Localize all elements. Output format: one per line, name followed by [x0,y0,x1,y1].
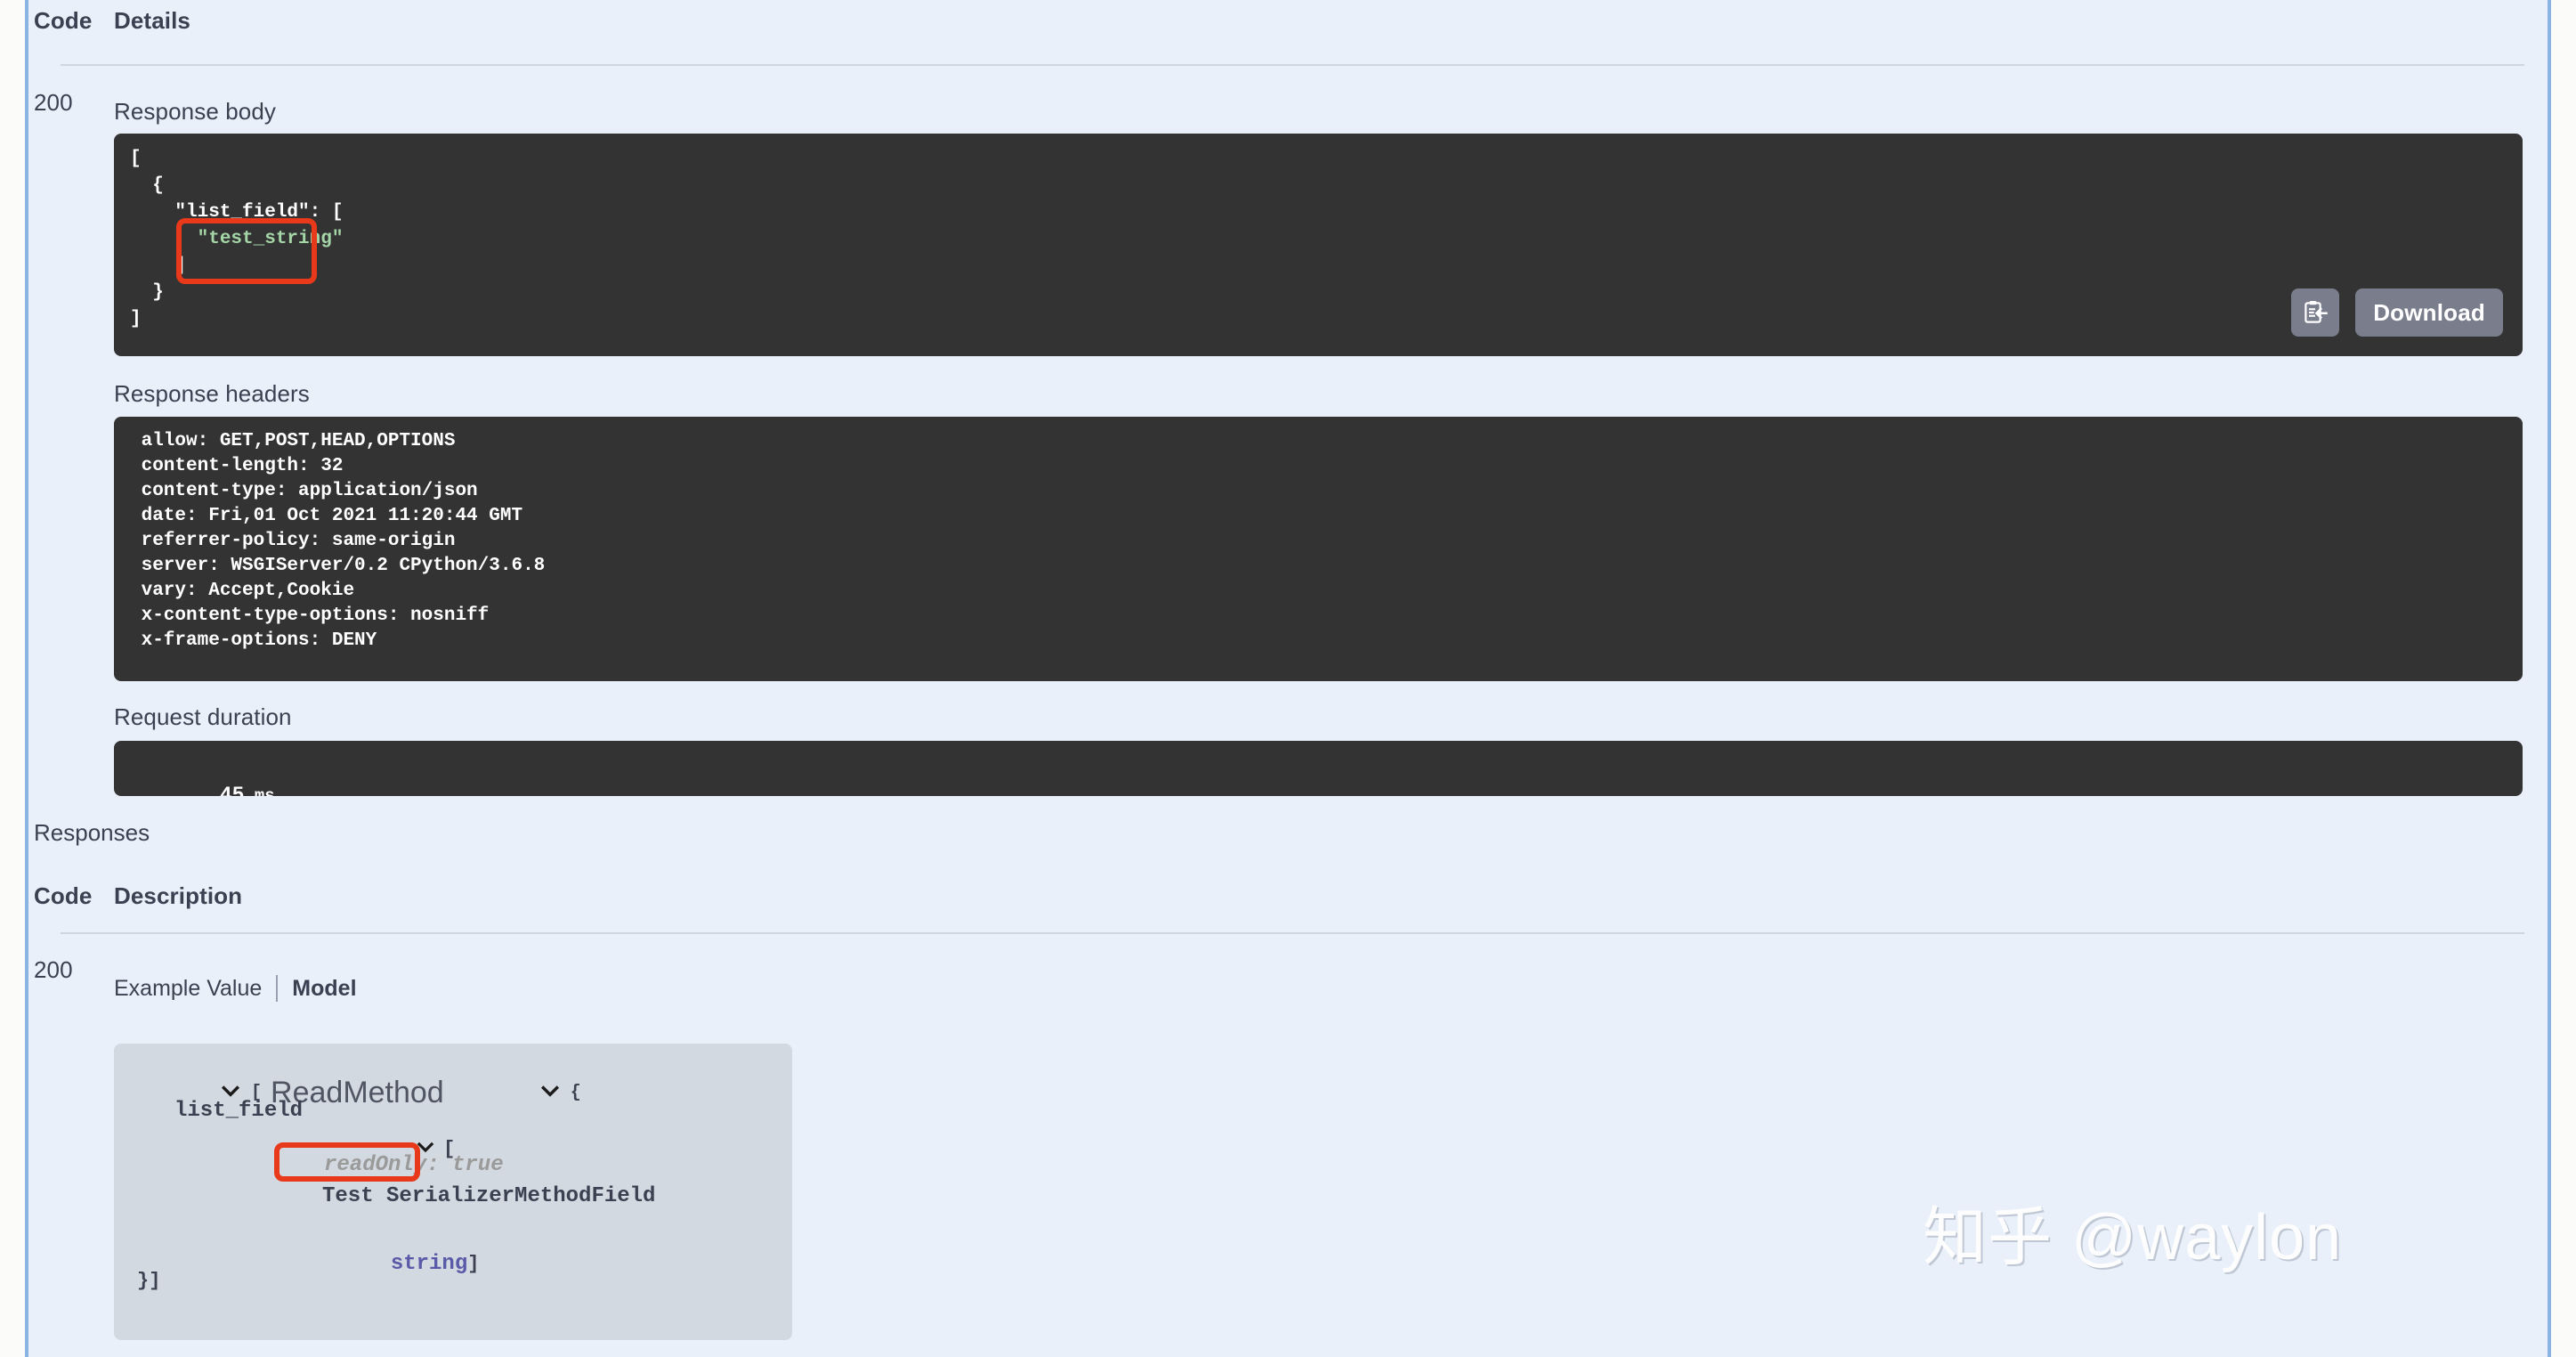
schema-field-type: string [390,1252,468,1276]
zhihu-watermark: 知乎 @waylon [1923,1202,2343,1273]
live-response-header-divider [61,64,2524,66]
response-body-line: } [130,282,164,303]
request-duration-unit: ms [254,786,275,796]
response-header-line: server: WSGIServer/0.2 CPython/3.6.8 [130,556,546,576]
response-body-line: ] [130,256,187,276]
response-header-line: allow: GET,POST,HEAD,OPTIONS [130,431,456,451]
array-close-bracket: ] [467,1253,480,1275]
response-body-line: [ [130,149,142,169]
response-header-line: content-type: application/json [130,481,478,501]
live-response-status-code: 200 [34,89,73,116]
tab-example-value[interactable]: Example Value [114,976,262,1002]
response-body-json: [ { "list_field": [ "test_string" ] }] [130,146,343,333]
schema-type-row: string] [322,1236,480,1292]
live-response-details-header: Details [114,7,190,34]
page-right-rule [2548,0,2551,1357]
model-schema-panel: [ ReadMethod { list_field [ readOnly: tr… [114,1044,792,1340]
copy-to-clipboard-icon [2305,301,2328,323]
response-body-line: "list_field": [ [130,202,344,223]
swagger-operation-content: Code Details 200 Response body [ { "list… [28,0,2548,1357]
responses-header-divider [61,932,2524,934]
response-headers-list: allow: GET,POST,HEAD,OPTIONS content-len… [130,429,546,654]
response-header-line: x-frame-options: DENY [130,630,377,651]
response-body-label: Response body [114,98,276,125]
response-headers-label: Response headers [114,380,310,407]
copy-to-clipboard-icon-button[interactable] [2291,288,2340,337]
download-button[interactable]: Download [2355,288,2503,337]
response-header-line: date: Fri,01 Oct 2021 11:20:44 GMT [130,506,523,526]
response-body-line: { [130,175,164,196]
live-response-code-header: Code [34,7,93,34]
responses-description-header: Description [114,882,243,909]
screenshot-root: Code Details 200 Response body [ { "list… [0,0,2576,1357]
response-header-line: content-length: 32 [130,456,344,476]
response-header-line: referrer-policy: same-origin [130,531,456,551]
tab-separator [276,975,279,1002]
response-header-line: x-content-type-options: nosniff [130,605,490,626]
response-body-code-block[interactable]: [ { "list_field": [ "test_string" ] }] D… [114,134,2523,356]
schema-property-list-field: list_field [174,1099,304,1123]
model-open-brace: { [570,1083,581,1103]
request-duration-code-block: 45 ms [114,741,2523,796]
schema-tabs: Example Value Model [114,975,357,1002]
tab-model[interactable]: Model [292,976,356,1002]
response-headers-code-block: allow: GET,POST,HEAD,OPTIONS content-len… [114,417,2523,681]
request-duration-label: Request duration [114,703,292,730]
responses-section-title: Responses [34,819,150,846]
response-body-line: "test_string" [130,229,344,249]
responses-status-code: 200 [34,956,73,983]
schema-read-only-flag: readOnly: true [324,1153,504,1177]
model-expand-chevron-down-icon[interactable] [453,1063,562,1123]
response-body-actions: Download [2291,288,2503,337]
response-header-line: vary: Accept,Cookie [130,581,355,601]
response-body-line: ] [130,309,142,329]
request-duration-value: 45 [219,784,245,796]
model-close-brackets: }] [137,1270,161,1292]
schema-field-description: Test SerializerMethodField [322,1184,656,1208]
responses-code-header: Code [34,882,93,909]
